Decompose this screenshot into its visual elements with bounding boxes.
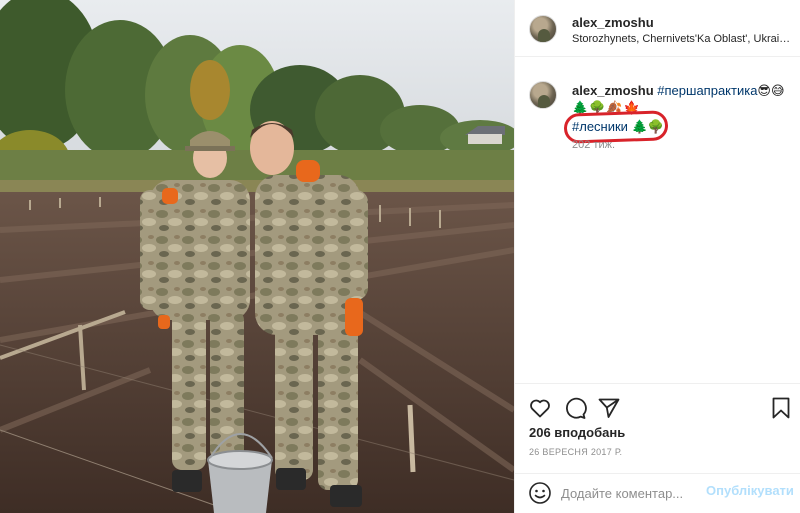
action-bar: 206 вподобань 26 ВЕРЕСНЯ 2017 Р.	[515, 383, 800, 473]
caption-username[interactable]: alex_zmoshu	[572, 83, 654, 98]
smiley-icon[interactable]	[528, 481, 552, 505]
caption-emojis: 😎😅	[757, 83, 785, 98]
bookmark-icon[interactable]	[769, 396, 793, 420]
heart-icon[interactable]	[528, 396, 552, 420]
post-date[interactable]: 26 ВЕРЕСНЯ 2017 Р.	[529, 447, 622, 457]
likes-count[interactable]: 206 вподобань	[529, 425, 625, 440]
header-username[interactable]: alex_zmoshu	[572, 15, 654, 30]
comment-box: Опублікувати	[515, 473, 800, 513]
time-ago: 202 тиж.	[572, 139, 616, 151]
header-location[interactable]: Storozhynets, Chernivets'Ka Oblast', Ukr…	[572, 33, 792, 45]
post-photo[interactable]	[0, 0, 514, 513]
highlighted-hashtag-line: #лесники 🌲🌳	[563, 110, 669, 144]
post-sidebar: alex_zmoshu Storozhynets, Chernivets'Ka …	[514, 0, 800, 513]
speech-bubble-icon[interactable]	[563, 396, 587, 420]
caption-area: alex_zmoshu #першапрактика😎😅 🌲🌳🍂🍁 #лесни…	[515, 57, 800, 383]
paper-plane-icon[interactable]	[597, 396, 621, 420]
hashtag-link[interactable]: #першапрактика	[657, 83, 757, 98]
caption-text: alex_zmoshu #першапрактика😎😅 🌲🌳🍂🍁 #лесни…	[563, 82, 792, 144]
post-header: alex_zmoshu Storozhynets, Chernivets'Ka …	[515, 0, 800, 57]
comment-input[interactable]	[561, 482, 701, 504]
post-comment-button[interactable]: Опублікувати	[706, 483, 794, 498]
caption-avatar[interactable]	[529, 81, 557, 109]
avatar[interactable]	[529, 15, 557, 43]
